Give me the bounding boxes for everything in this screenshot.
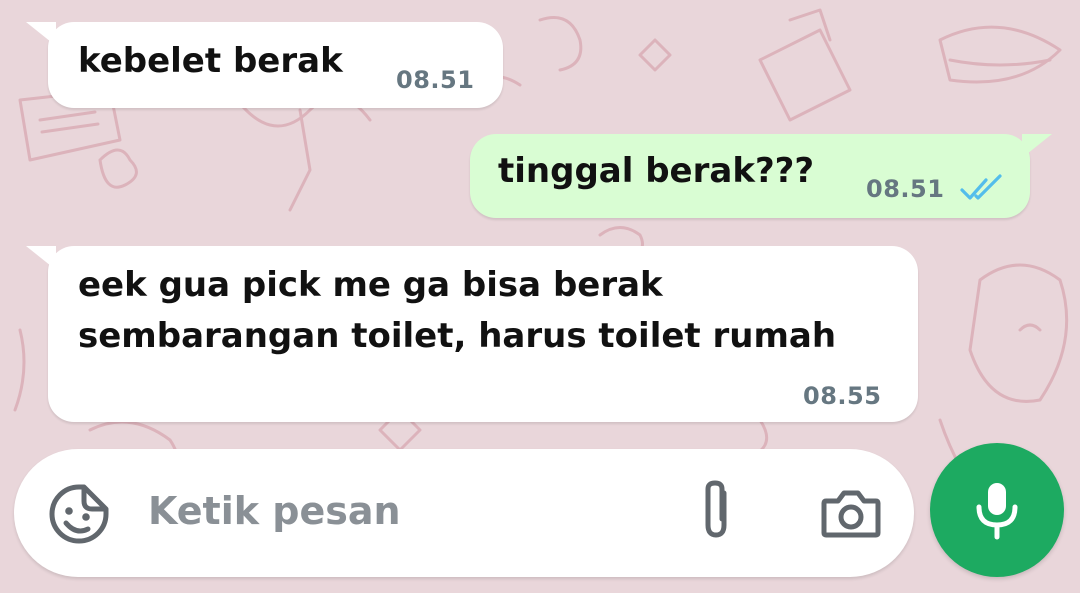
bubble-tail <box>26 246 56 270</box>
message-timestamp: 08.51 <box>866 175 945 203</box>
bubble-tail <box>1022 134 1052 158</box>
read-receipt-icon <box>960 174 1002 200</box>
bubble-tail <box>26 22 56 46</box>
sticker-icon[interactable] <box>48 483 110 549</box>
message-input[interactable]: Ketik pesan <box>148 489 401 533</box>
message-bubble-outgoing[interactable]: tinggal berak??? 08.51 <box>470 134 1052 218</box>
message-text: tinggal berak??? <box>498 151 815 191</box>
message-timestamp: 08.51 <box>396 66 475 94</box>
message-bubble-incoming[interactable]: kebelet berak 08.51 <box>26 22 503 108</box>
message-timestamp: 08.55 <box>803 382 882 410</box>
message-bubble-incoming[interactable]: eek gua pick me ga bisa berak sembaranga… <box>26 246 918 422</box>
message-input-bar[interactable]: Ketik pesan <box>14 449 914 577</box>
paperclip-icon[interactable] <box>694 479 740 549</box>
message-text-line-2: sembarangan toilet, harus toilet rumah <box>78 316 837 356</box>
microphone-icon <box>976 483 1018 540</box>
voice-record-button[interactable] <box>930 443 1064 577</box>
message-text-line-1: eek gua pick me ga bisa berak <box>78 265 663 305</box>
camera-icon[interactable] <box>820 487 882 545</box>
message-text: kebelet berak <box>78 41 343 81</box>
